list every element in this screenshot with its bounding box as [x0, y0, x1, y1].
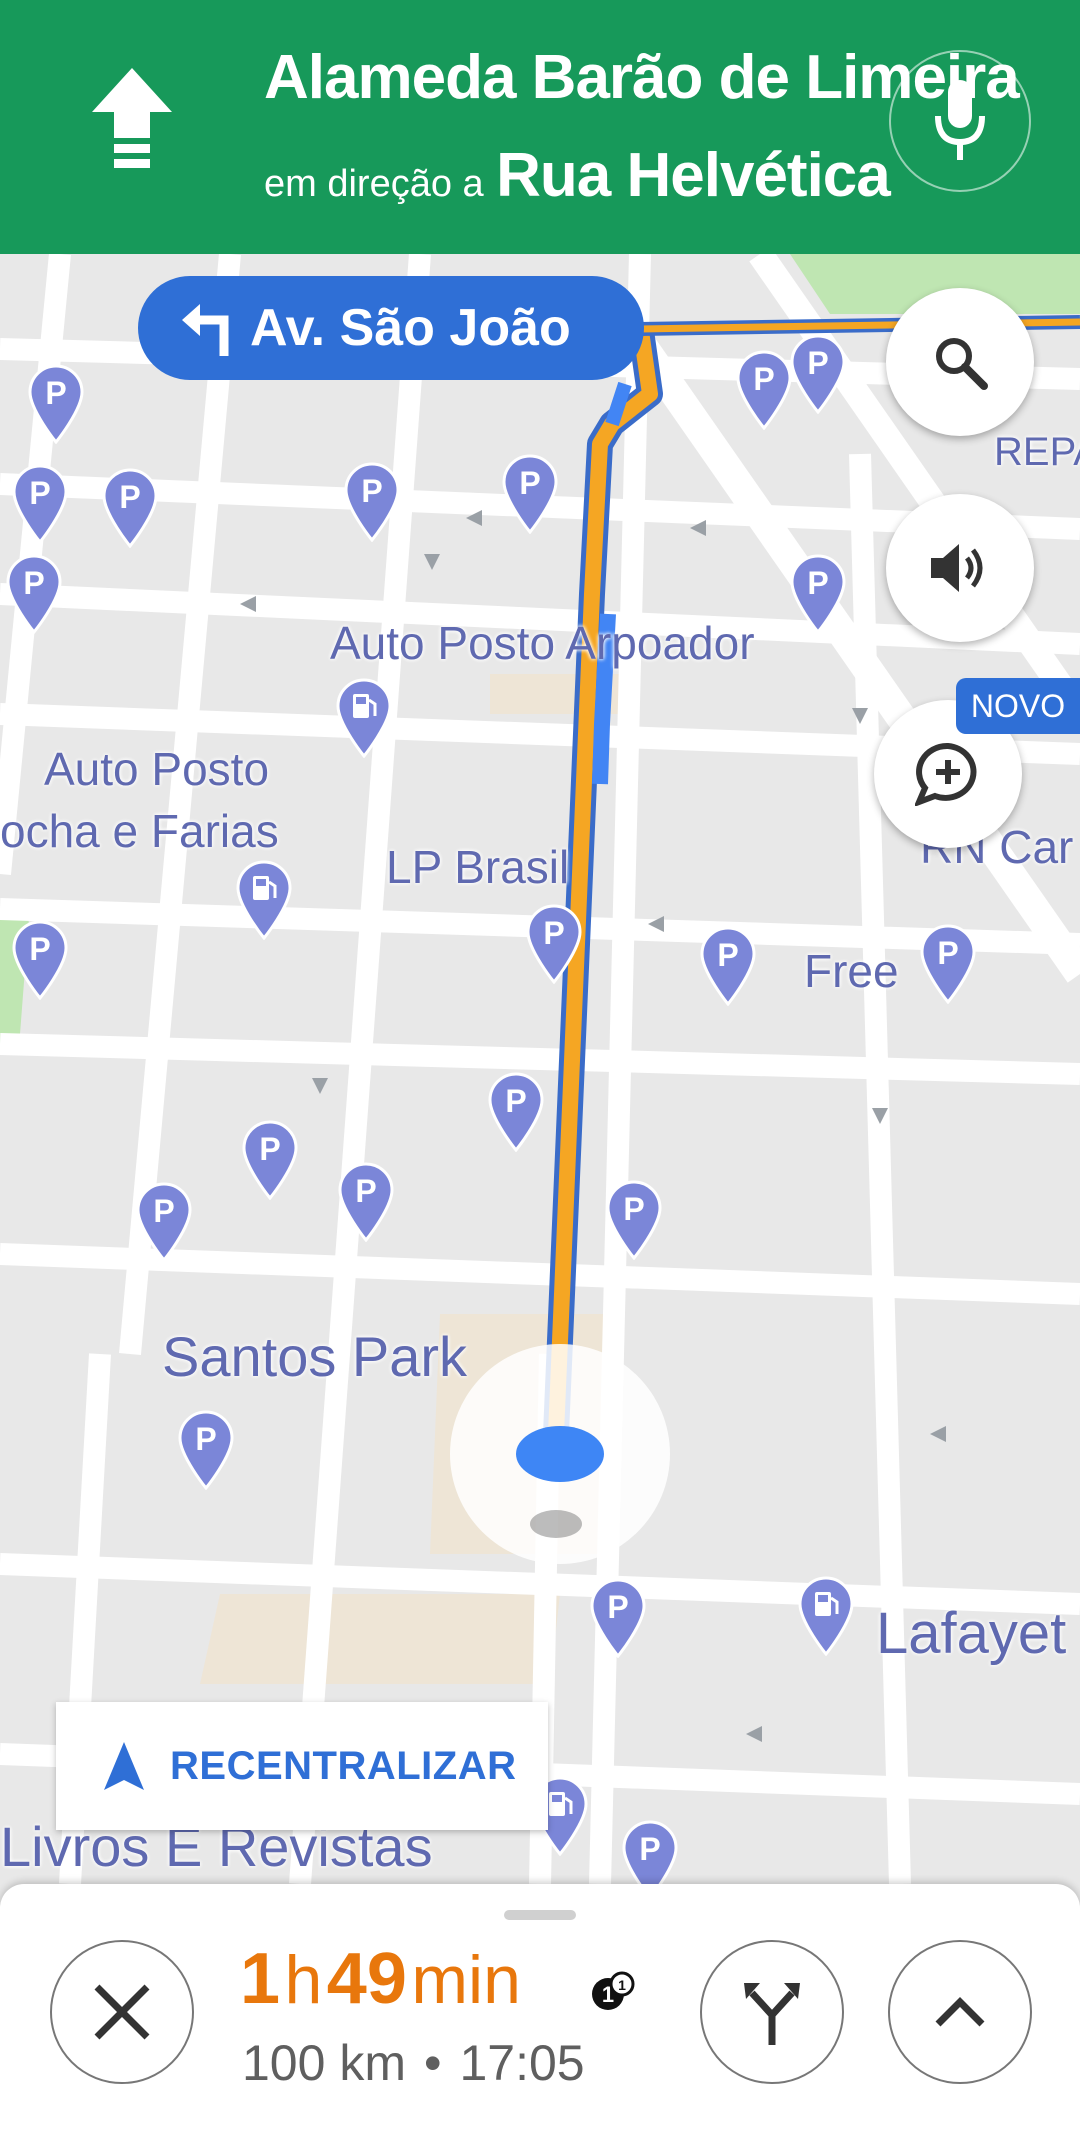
- separator-dot: •: [423, 2035, 442, 2091]
- expand-sheet-button[interactable]: [888, 1940, 1032, 2084]
- poi-label[interactable]: Auto Posto: [44, 742, 269, 796]
- arrival-time: 17:05: [459, 2035, 585, 2091]
- parking-pin[interactable]: [524, 904, 584, 984]
- toward-prefix: em direção a: [264, 163, 484, 205]
- parking-pin[interactable]: [698, 926, 758, 1006]
- turn-left-arrow-icon: [182, 304, 229, 356]
- poi-label[interactable]: Auto Posto Arpoador: [330, 616, 755, 670]
- poi-label[interactable]: Santos Park: [162, 1324, 467, 1389]
- eta-minutes-unit: min: [411, 1942, 521, 2018]
- parking-pin[interactable]: [26, 364, 86, 444]
- parking-pin[interactable]: [918, 924, 978, 1004]
- parking-pin[interactable]: [240, 1120, 300, 1200]
- toward-line: em direção a Rua Helvética: [264, 140, 891, 211]
- trip-details: 100 km • 17:05: [242, 2034, 585, 2092]
- navigation-arrow-icon: [104, 1742, 144, 1790]
- parking-pin[interactable]: [4, 554, 64, 634]
- poi-label[interactable]: LP Brasil: [386, 840, 569, 894]
- eta-minutes: 49: [326, 1939, 407, 2019]
- parking-pin[interactable]: [342, 462, 402, 542]
- trip-distance: 100 km: [242, 2035, 406, 2091]
- volume-icon: [931, 544, 983, 592]
- route-fork-icon: [744, 1983, 800, 2045]
- navigation-header: Alameda Barão de Limeira em direção a Ru…: [0, 0, 1080, 254]
- eta-hours: 1: [240, 1939, 281, 2019]
- svg-text:1: 1: [618, 1977, 626, 1993]
- exit-navigation-button[interactable]: [50, 1940, 194, 2084]
- parking-pin[interactable]: [620, 1820, 680, 1884]
- parking-pin[interactable]: [10, 464, 70, 544]
- poi-label[interactable]: Free: [804, 944, 899, 998]
- parking-pin[interactable]: [176, 1410, 236, 1490]
- new-badge: NOVO: [956, 678, 1080, 734]
- gas-station-pin[interactable]: [234, 860, 294, 940]
- sheet-drag-handle[interactable]: [504, 1910, 576, 1920]
- poi-label[interactable]: ocha e Farias: [0, 804, 279, 858]
- chevron-up-icon: [935, 1997, 985, 2027]
- next-turn-banner[interactable]: Av. São João: [138, 276, 644, 380]
- parking-pin[interactable]: [604, 1180, 664, 1260]
- map-view[interactable]: P Auto Posto Arpoador Auto Posto ocha e …: [0, 254, 1080, 1884]
- parking-pin[interactable]: [10, 920, 70, 1000]
- search-icon: [936, 338, 988, 390]
- parking-pin[interactable]: [788, 554, 848, 634]
- toward-street: Rua Helvética: [496, 141, 891, 210]
- eta-duration: 1 h 49 min: [240, 1938, 521, 2020]
- poi-label[interactable]: Lafayet: [876, 1600, 1066, 1667]
- parking-pin[interactable]: [588, 1578, 648, 1658]
- next-turn-street: Av. São João: [250, 299, 571, 357]
- parking-pin[interactable]: [336, 1162, 396, 1242]
- eta-hours-unit: h: [284, 1942, 323, 2018]
- close-icon: [94, 1984, 150, 2040]
- parking-pin[interactable]: [134, 1182, 194, 1262]
- parking-pin[interactable]: [788, 334, 848, 414]
- microphone-icon: [935, 80, 985, 160]
- recenter-button[interactable]: RECENTRALIZAR: [56, 1702, 548, 1830]
- alternate-routes-button[interactable]: [700, 1940, 844, 2084]
- trip-summary-sheet[interactable]: 1 h 49 min 1 1 100 km • 17:05: [0, 1884, 1080, 2138]
- sound-button[interactable]: [886, 494, 1034, 642]
- add-report-icon: [915, 742, 977, 806]
- recenter-label: RECENTRALIZAR: [170, 1743, 517, 1788]
- poi-label[interactable]: REPA: [994, 430, 1080, 475]
- search-button[interactable]: [886, 288, 1034, 436]
- parking-pin[interactable]: [100, 468, 160, 548]
- gas-station-pin[interactable]: [796, 1576, 856, 1656]
- parking-pin[interactable]: [734, 350, 794, 430]
- parking-pin[interactable]: [500, 454, 560, 534]
- voice-search-button[interactable]: [889, 50, 1031, 192]
- straight-arrow-icon: [92, 68, 172, 168]
- gas-station-pin[interactable]: [334, 678, 394, 758]
- parking-pin[interactable]: [486, 1072, 546, 1152]
- toll-badge-icon: 1 1: [592, 1971, 635, 2010]
